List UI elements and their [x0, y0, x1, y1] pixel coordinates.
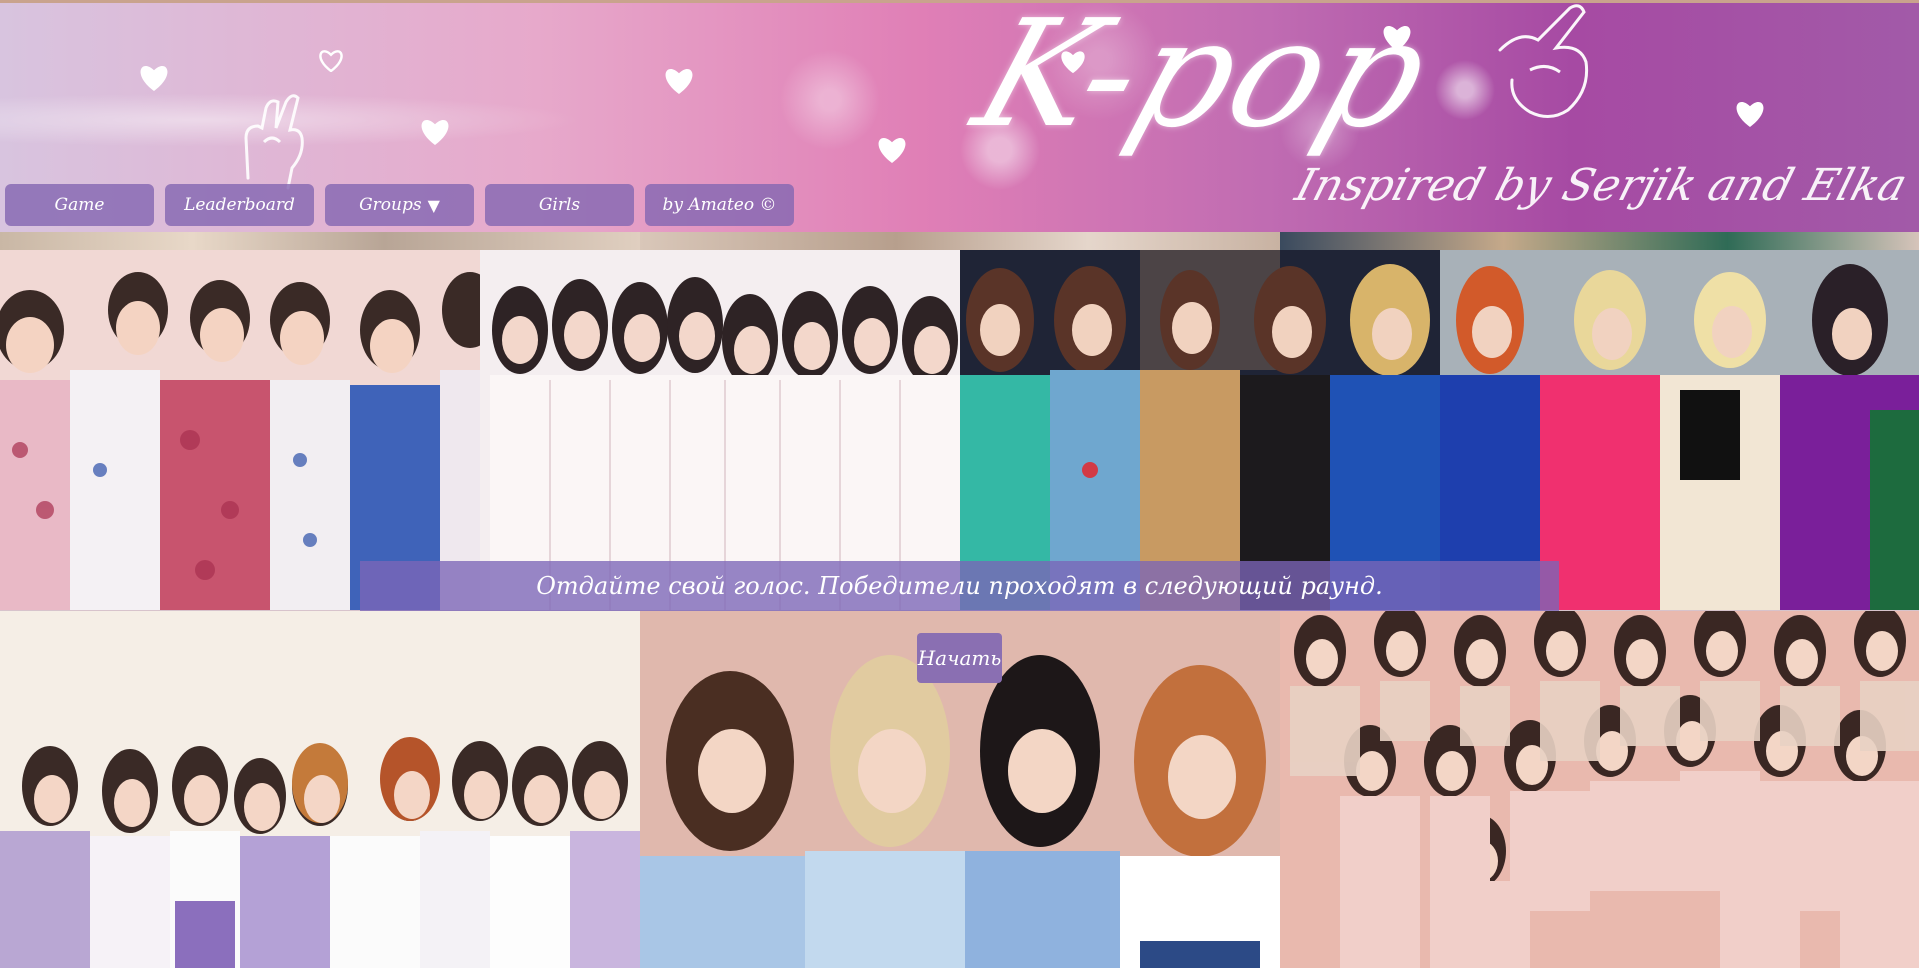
nav-girls-label: Girls [538, 195, 581, 215]
header-banner: K-pop Inspired by Serjik and Elka Game L… [0, 0, 1919, 232]
site-logo: K-pop [957, 0, 1452, 160]
group-photo-pink-beige[interactable] [1280, 611, 1919, 968]
main-nav: Game Leaderboard Groups ▼ Girls by Amate… [5, 184, 794, 226]
nav-game-label: Game [54, 195, 105, 215]
finger-heart-hand-icon [1498, 4, 1589, 118]
heart-icon [418, 116, 452, 146]
photo-strip [0, 232, 1919, 250]
vote-instruction-bar: Отдайте свой голос. Победители проходят … [360, 561, 1559, 611]
dropdown-triangle-icon: ▼ [427, 195, 440, 215]
nav-author-button[interactable]: by Amateo © [645, 184, 794, 226]
finger-heart-hand-icon [244, 94, 304, 190]
group-photo-bold-suits[interactable] [1440, 250, 1919, 610]
nav-author-label: by Amateo © [662, 195, 777, 215]
group-photo-pastel-floral[interactable] [0, 250, 480, 610]
nav-leaderboard-button[interactable]: Leaderboard [165, 184, 314, 226]
heart-icon [1733, 98, 1767, 128]
group-photo-colorful-dresses[interactable] [960, 250, 1440, 610]
banner-top-line [0, 0, 1919, 3]
nav-game-button[interactable]: Game [5, 184, 154, 226]
heart-icon [875, 134, 909, 164]
group-photo-white-outfits[interactable] [480, 250, 960, 610]
nav-groups-label: Groups [359, 195, 422, 215]
nav-groups-dropdown[interactable]: Groups ▼ [325, 184, 474, 226]
nav-girls-button[interactable]: Girls [485, 184, 634, 226]
start-button[interactable]: Начать [917, 633, 1002, 683]
banner-tagline: Inspired by Serjik and Elka [1289, 160, 1913, 211]
group-photo-lavender-white[interactable] [0, 611, 640, 968]
heart-icon [662, 65, 696, 95]
heart-icon [137, 62, 171, 92]
vote-instruction-text: Отдайте свой голос. Победители проходят … [536, 572, 1383, 600]
nav-leaderboard-label: Leaderboard [184, 195, 295, 215]
start-button-label: Начать [917, 646, 1002, 670]
